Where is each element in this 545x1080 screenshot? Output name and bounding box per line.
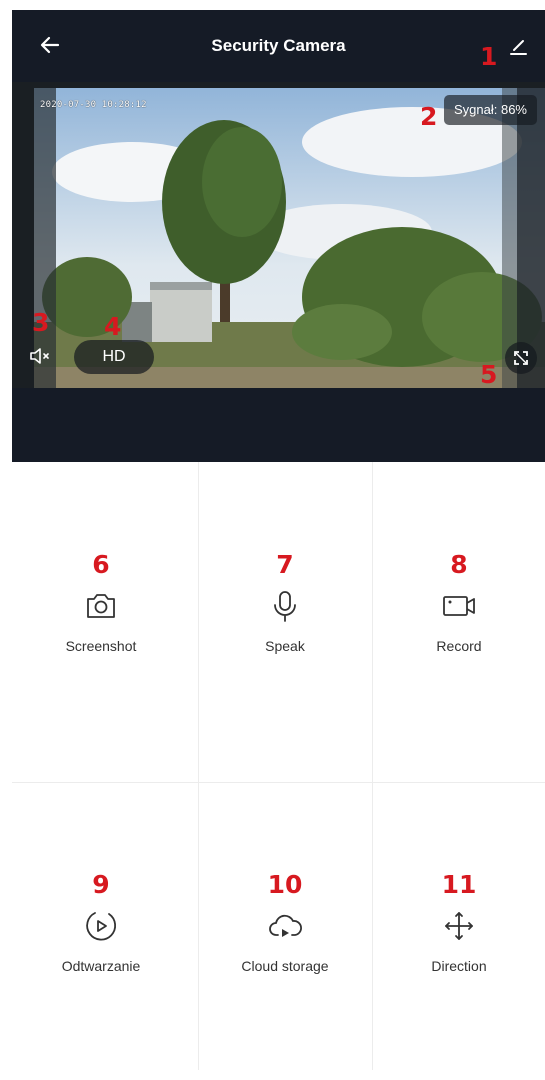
edit-icon[interactable] xyxy=(506,34,530,58)
annotation-8: 8 xyxy=(450,550,468,579)
signal-strength-badge: Sygnał: 86% xyxy=(444,95,537,125)
timestamp-overlay: 2020-07-30 10:28:12 xyxy=(40,100,147,110)
annotation-10: 10 xyxy=(267,870,303,899)
page-title: Security Camera xyxy=(211,36,346,55)
annotation-4: 4 xyxy=(104,312,122,341)
annotation-6: 6 xyxy=(92,550,110,579)
playback-button[interactable]: 9 Odtwarzanie xyxy=(14,872,188,1080)
cloud-storage-button[interactable]: 10 Cloud storage xyxy=(198,872,372,1080)
cloud-storage-label: Cloud storage xyxy=(241,958,329,974)
annotation-3: 3 xyxy=(32,308,50,337)
playback-label: Odtwarzanie xyxy=(61,958,141,974)
annotation-1: 1 xyxy=(480,42,498,71)
speaker-muted-icon[interactable] xyxy=(28,344,52,368)
screenshot-label: Screenshot xyxy=(65,638,137,654)
speak-label: Speak xyxy=(265,638,305,654)
fullscreen-button[interactable] xyxy=(505,342,537,374)
annotation-7: 7 xyxy=(276,550,294,579)
annotation-11: 11 xyxy=(441,870,477,899)
top-bar: Security Camera xyxy=(12,10,545,82)
cloud-storage-icon xyxy=(269,914,302,937)
grid-divider xyxy=(12,782,545,783)
video-footer-band xyxy=(12,388,545,462)
screenshot-button[interactable]: 6 Screenshot xyxy=(14,552,188,760)
fullscreen-icon xyxy=(514,351,528,365)
microphone-icon xyxy=(274,591,296,622)
direction-arrows-icon xyxy=(445,912,473,940)
playback-icon xyxy=(86,912,116,941)
camera-icon xyxy=(87,594,115,618)
record-label: Record xyxy=(436,638,482,654)
annotation-2: 2 xyxy=(420,102,438,131)
annotation-5: 5 xyxy=(480,360,498,389)
speak-button[interactable]: 7 Speak xyxy=(198,552,372,760)
direction-button[interactable]: 11 Direction xyxy=(372,872,545,1080)
record-button[interactable]: 8 Record xyxy=(372,552,545,760)
annotation-9: 9 xyxy=(92,870,110,899)
video-record-icon xyxy=(443,596,475,616)
quality-toggle-button[interactable]: HD xyxy=(74,340,154,374)
direction-label: Direction xyxy=(431,958,487,974)
